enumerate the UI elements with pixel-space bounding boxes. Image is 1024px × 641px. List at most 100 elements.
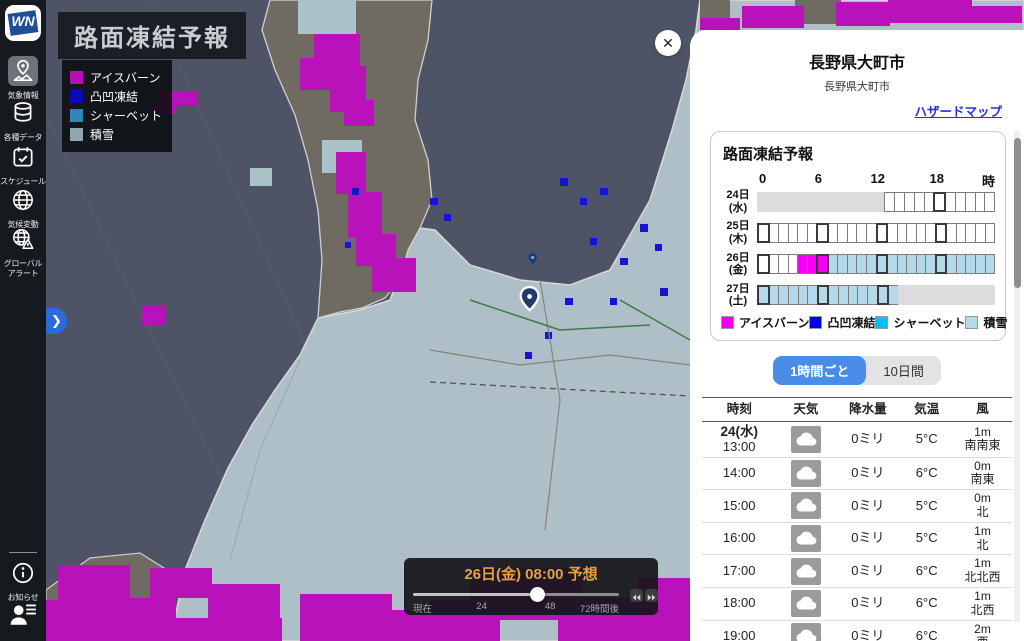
time-value: 14:00	[723, 465, 756, 480]
wind-cell: 1m北	[953, 525, 1012, 553]
weather-cell	[776, 623, 835, 641]
forecast-cells	[757, 285, 995, 305]
global-alert-icon	[10, 226, 36, 252]
forecast-legend-swatch	[809, 316, 822, 329]
forecast-row: 27日(土)	[719, 283, 995, 308]
table-row: 17:000ミリ6°C1m北北西	[702, 555, 1012, 588]
account-menu-button[interactable]	[8, 600, 38, 630]
app-logo-text: WN	[5, 13, 41, 29]
forecast-day: 26日	[726, 252, 749, 264]
table-header-cell: 時刻	[702, 402, 776, 416]
map-title: 路面凍結予報	[58, 12, 246, 59]
fast-forward-button[interactable]	[645, 589, 658, 602]
slider-label: 現在	[413, 601, 432, 615]
slider-fill	[413, 593, 537, 596]
app-window: 路面凍結予報 アイスバーン凸凹凍結シャーベット積雪 WN 気象情報各種データスケ…	[0, 0, 1024, 641]
weather-cell	[776, 525, 835, 552]
rewind-icon	[632, 593, 641, 602]
app-logo[interactable]: WN	[5, 5, 41, 41]
schedule-icon	[10, 144, 36, 170]
time-cell: 16:00	[702, 531, 776, 546]
map-legend-label: 凸凹凍結	[90, 88, 138, 105]
panel-scrollbar-thumb[interactable]	[1014, 138, 1021, 288]
forecast-legend-swatch	[965, 316, 978, 329]
forecast-day: 27日	[726, 283, 749, 295]
location-panel: 長野県大町市 長野県大町市 ハザードマップ 路面凍結予報 061218時 24日…	[690, 30, 1024, 641]
forecast-dow: (水)	[729, 202, 747, 214]
panel-close-button[interactable]: ✕	[655, 30, 681, 56]
rewind-button[interactable]	[630, 589, 643, 602]
table-row: 18:000ミリ6°C1m北西	[702, 588, 1012, 621]
forecast-cell	[876, 254, 889, 274]
forecast-dow: (木)	[729, 233, 747, 245]
cloudy-icon	[791, 525, 821, 552]
forecast-row: 24日(水)	[719, 189, 995, 214]
precip-cell: 0ミリ	[835, 596, 900, 611]
forecast-cell	[757, 223, 770, 243]
map-legend-label: 積雪	[90, 126, 114, 143]
time-cell: 14:00	[702, 466, 776, 481]
forecast-cell	[984, 192, 995, 212]
sidebar-item-label: 各種データ	[0, 133, 46, 143]
weather-info-icon	[8, 56, 38, 86]
forecast-cell	[757, 285, 770, 305]
tab-hourly[interactable]: 1時間ごと	[773, 356, 866, 385]
cloudy-icon	[791, 623, 821, 641]
time-cell: 15:00	[702, 499, 776, 514]
time-slider-card: 26日(金) 08:00 予想 現在244872時間後	[404, 558, 658, 615]
sidebar-item-global-alert[interactable]: グローバル アラート	[0, 226, 46, 279]
fast-forward-icon	[647, 593, 656, 602]
wind-cell: 1m北西	[953, 590, 1012, 618]
cloudy-icon	[791, 492, 821, 519]
weather-cell	[776, 492, 835, 519]
sidebar-item-data[interactable]: 各種データ	[0, 100, 46, 143]
wind-speed: 1m	[953, 590, 1012, 604]
forecast-legend-swatch	[721, 316, 734, 329]
map-legend-label: シャーベット	[90, 107, 162, 124]
forecast-cells	[757, 192, 995, 212]
sidebar: WN 気象情報各種データスケジュール気候変動グローバル アラート お知らせ	[0, 0, 46, 641]
forecast-legend-item: 積雪	[965, 314, 1007, 331]
wind-speed: 1m	[953, 557, 1012, 571]
forecast-day: 24日	[726, 189, 749, 201]
forecast-dow: (土)	[729, 295, 747, 307]
forecast-cell	[877, 285, 890, 305]
forecast-legend-swatch	[875, 316, 888, 329]
map-legend-item: 積雪	[70, 126, 162, 143]
wind-direction: 北北西	[953, 571, 1012, 585]
freeze-forecast-legend: アイスバーン凸凹凍結シャーベット積雪	[719, 314, 995, 331]
time-value: 18:00	[723, 595, 756, 610]
slider-label: 24	[476, 601, 487, 612]
hour-label: 12	[870, 171, 884, 186]
temp-cell: 6°C	[900, 466, 953, 481]
time-value: 13:00	[723, 439, 756, 454]
sidebar-item-schedule[interactable]: スケジュール	[0, 144, 46, 187]
forecast-legend-item: シャーベット	[875, 314, 965, 331]
freeze-forecast-title: 路面凍結予報	[723, 143, 995, 164]
cloudy-icon	[791, 460, 821, 487]
forecast-cell	[935, 254, 948, 274]
time-value: 16:00	[723, 530, 756, 545]
wind-cell: 0m北	[953, 492, 1012, 520]
forecast-day-label: 26日(金)	[719, 252, 757, 277]
map-legend-swatch	[70, 109, 83, 122]
weather-cell	[776, 590, 835, 617]
time-slider[interactable]	[413, 587, 619, 601]
hazard-map-link[interactable]: ハザードマップ	[914, 105, 1002, 119]
temp-cell: 6°C	[900, 564, 953, 579]
time-slider-title: 26日(金) 08:00 予想	[404, 563, 658, 584]
forecast-legend-label: アイスバーン	[739, 314, 809, 331]
precip-cell: 0ミリ	[835, 629, 900, 641]
info-icon	[10, 560, 36, 586]
time-value: 19:00	[723, 628, 756, 641]
hour-unit-label: 時	[982, 171, 995, 190]
slider-handle[interactable]	[530, 587, 545, 602]
forecast-cell	[816, 254, 829, 274]
sidebar-item-climate[interactable]: 気候変動	[0, 187, 46, 230]
sidebar-item-weather-info[interactable]: 気象情報	[0, 56, 46, 101]
tab-ten-day[interactable]: 10日間	[866, 356, 940, 385]
sidebar-item-notice[interactable]: お知らせ	[0, 560, 46, 603]
map-legend-swatch	[70, 71, 83, 84]
temp-cell: 5°C	[900, 432, 953, 447]
forecast-row: 25日(木)	[719, 220, 995, 245]
